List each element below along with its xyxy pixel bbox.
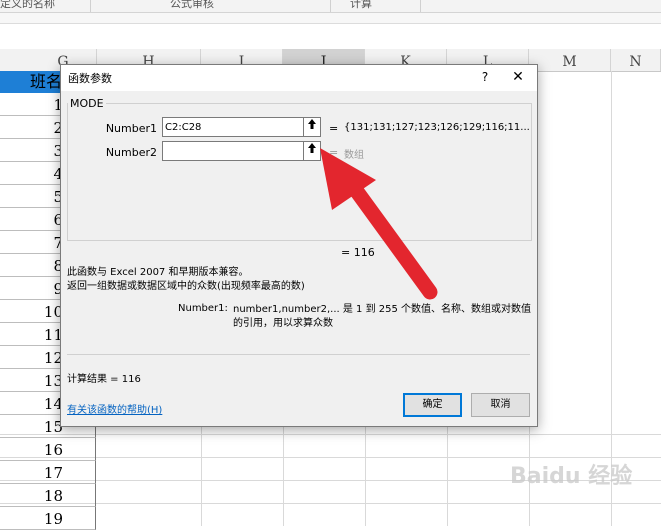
watermark: Baidu 经验	[510, 464, 633, 489]
annotation-arrow-icon	[320, 148, 438, 300]
